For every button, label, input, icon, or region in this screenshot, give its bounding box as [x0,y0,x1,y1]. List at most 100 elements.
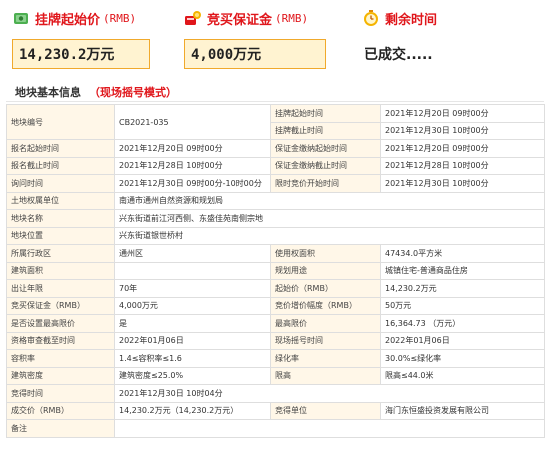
table-row: 报名起始时间 2021年12月20日 09时00分 保证金缴纳起始时间 2021… [6,139,545,158]
table-value: 兴东街道银世桥村 [114,226,545,245]
table-value: 16,364.73 （万元） [380,314,545,333]
table-key: 限高 [270,366,381,385]
section-mode: （现场摇号模式） [89,85,177,99]
time-remaining-card: 剩余时间 已成交..... [362,6,524,72]
table-row: 竞得时间 2021年12月30日 10时04分 [6,384,545,403]
table-row: 土地权属单位 南通市通州自然资源和规划局 [6,191,545,210]
table-key: 建筑密度 [6,366,115,385]
table-value: 50万元 [380,296,545,315]
table-row: 询问时间 2021年12月30日 09时00分-10时00分 限时竞价开始时间 … [6,174,545,193]
table-key: 保证金缴纳截止时间 [270,156,381,175]
table-key: 容积率 [6,349,115,368]
table-value: 14,230.2万元（14,230.2万元） [114,401,271,420]
listing-start-key: 挂牌起始时间 [270,104,381,123]
table-value: 南通市通州自然资源和规划局 [114,191,545,210]
table-row: 报名截止时间 2021年12月28日 10时00分 保证金缴纳截止时间 2021… [6,156,545,175]
table-value: 通州区 [114,244,271,263]
listing-end-key: 挂牌截止时间 [270,121,381,140]
section-heading: 地块基本信息 （现场摇号模式） [6,82,544,102]
table-row: 建筑密度 建筑密度≤25.0% 限高 限高≤44.0米 [6,366,545,385]
price-summary-bar: 挂牌起始价 (RMB) 14,230.2万元 竞买保证金 (RMB) 4,000… [0,0,551,76]
table-value: 2021年12月30日 09时00分-10时00分 [114,174,271,193]
deposit-icon [185,11,201,25]
table-row: 地块编号 CB2021-035 挂牌起始时间 2021年12月20日 09时00… [6,104,545,140]
table-value: 是 [114,314,271,333]
table-value: 2021年12月20日 09时00分 [380,139,545,158]
table-row: 出让年限 70年 起始价（RMB） 14,230.2万元 [6,279,545,298]
table-key: 资格审查截至时间 [6,331,115,350]
table-key: 绿化率 [270,349,381,368]
table-row: 地块名称 兴东街道前江河西侧、东盛佳苑南侧宗地 [6,209,545,228]
table-value: 2021年12月28日 10时00分 [380,156,545,175]
table-row: 所属行政区 通州区 使用权面积 47434.0平方米 [6,244,545,263]
table-key: 地块位置 [6,226,115,245]
table-key: 建筑面积 [6,261,115,280]
parcel-id-key: 地块编号 [6,104,115,140]
table-row: 地块位置 兴东街道银世桥村 [6,226,545,245]
listing-end-value: 2021年12月30日 10时00分 [380,121,545,140]
clock-icon [364,10,378,26]
table-value: 兴东街道前江河西侧、东盛佳苑南侧宗地 [114,209,545,228]
table-key: 成交价（RMB） [6,401,115,420]
table-value: 2021年12月20日 09时00分 [114,139,271,158]
starting-price-card: 挂牌起始价 (RMB) 14,230.2万元 [12,6,150,72]
table-key: 报名截止时间 [6,156,115,175]
table-key: 最高限价 [270,314,381,333]
table-value: 4,000万元 [114,296,271,315]
table-row: 是否设置最高限价 是 最高限价 16,364.73 （万元） [6,314,545,333]
table-key: 竞买保证金（RMB） [6,296,115,315]
section-title: 地块基本信息 [15,85,81,99]
starting-price-unit: (RMB) [103,11,137,25]
table-row: 成交价（RMB） 14,230.2万元（14,230.2万元） 竞得单位 海门东… [6,401,545,420]
table-value: 2021年12月30日 10时04分 [114,384,545,403]
table-value: 30.0%≤绿化率 [380,349,545,368]
table-value: 2021年12月30日 10时00分 [380,174,545,193]
table-value: 47434.0平方米 [380,244,545,263]
table-value [114,419,545,438]
table-row: 竞买保证金（RMB） 4,000万元 竞价增价幅度（RMB） 50万元 [6,296,545,315]
table-value [114,261,271,280]
table-key: 是否设置最高限价 [6,314,115,333]
deposit-unit: (RMB) [275,11,309,25]
table-key: 使用权面积 [270,244,381,263]
table-value: 建筑密度≤25.0% [114,366,271,385]
table-value: 70年 [114,279,271,298]
table-value: 2021年12月28日 10时00分 [114,156,271,175]
table-key: 竞得单位 [270,401,381,420]
table-key: 出让年限 [6,279,115,298]
table-key: 所属行政区 [6,244,115,263]
table-value: 城镇住宅-普通商品住房 [380,261,545,280]
parcel-id-value: CB2021-035 [114,104,271,140]
table-key: 土地权属单位 [6,191,115,210]
table-key: 规划用途 [270,261,381,280]
time-remaining-label: 剩余时间 [385,12,438,28]
table-key: 起始价（RMB） [270,279,381,298]
table-value: 2022年01月06日 [380,331,545,350]
table-value: 14,230.2万元 [380,279,545,298]
deposit-card: 竞买保证金 (RMB) 4,000万元 [184,6,326,72]
table-key: 报名起始时间 [6,139,115,158]
table-row: 备注 [6,419,545,438]
table-key: 现场摇号时间 [270,331,381,350]
starting-price-value: 14,230.2万元 [12,39,150,69]
table-key: 限时竞价开始时间 [270,174,381,193]
listing-start-value: 2021年12月20日 09时00分 [380,104,545,123]
money-bag-icon [14,13,28,24]
deposit-value: 4,000万元 [184,39,326,69]
table-key: 竞得时间 [6,384,115,403]
table-row: 资格审查截至时间 2022年01月06日 现场摇号时间 2022年01月06日 [6,331,545,350]
starting-price-label: 挂牌起始价 [35,12,101,28]
table-key: 保证金缴纳起始时间 [270,139,381,158]
table-value: 1.4≤容积率≤1.6 [114,349,271,368]
table-value: 限高≤44.0米 [380,366,545,385]
table-key: 询问时间 [6,174,115,193]
table-key: 地块名称 [6,209,115,228]
time-remaining-value: 已成交..... [362,39,524,69]
parcel-info-table: 地块编号 CB2021-035 挂牌起始时间 2021年12月20日 09时00… [6,104,545,438]
table-row: 容积率 1.4≤容积率≤1.6 绿化率 30.0%≤绿化率 [6,349,545,368]
table-key: 备注 [6,419,115,438]
table-row: 建筑面积 规划用途 城镇住宅-普通商品住房 [6,261,545,280]
table-value: 海门东恒盛投资发展有限公司 [380,401,545,420]
deposit-label: 竞买保证金 [207,12,273,28]
table-key: 竞价增价幅度（RMB） [270,296,381,315]
